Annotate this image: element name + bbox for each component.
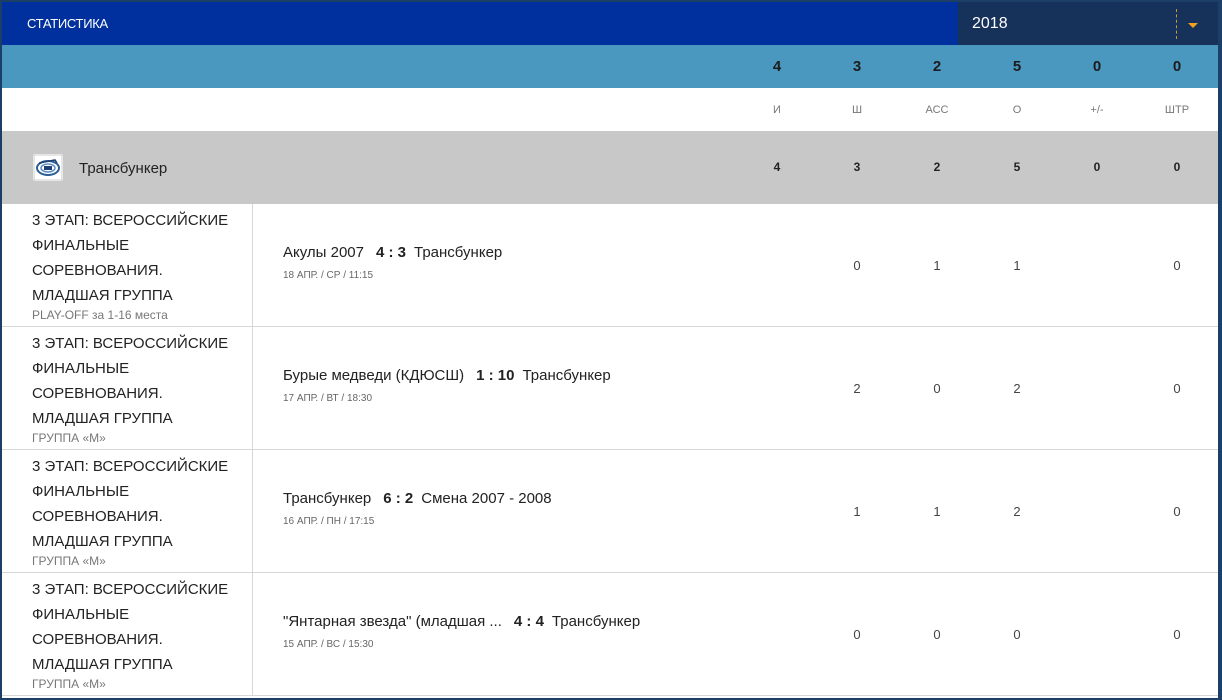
match-score[interactable]: 4 : 4 bbox=[514, 613, 544, 630]
team-row[interactable]: Трансбункер 4 3 2 5 0 0 bbox=[2, 131, 1218, 204]
game-penalties: 0 bbox=[1173, 258, 1181, 273]
total-plus-minus: 0 bbox=[1092, 58, 1102, 75]
game-assists: 1 bbox=[933, 258, 941, 273]
match-date: 18 АПР. / СР / 11:15 bbox=[283, 270, 374, 281]
home-team[interactable]: "Янтарная звезда" (младшая ... bbox=[283, 613, 502, 630]
game-row[interactable]: 3 ЭТАП: ВСЕРОССИЙСКИЕ ФИНАЛЬНЫЕ СОРЕВНОВ… bbox=[2, 327, 1218, 450]
match-result[interactable]: Трансбункер 6 : 2 Смена 2007 - 2008 bbox=[283, 490, 552, 507]
game-goals: 2 bbox=[853, 381, 861, 396]
away-team[interactable]: Трансбункер bbox=[552, 613, 640, 630]
stage-cell: 3 ЭТАП: ВСЕРОССИЙСКИЕ ФИНАЛЬНЫЕ СОРЕВНОВ… bbox=[2, 327, 253, 450]
stage-cell: 3 ЭТАП: ВСЕРОССИЙСКИЕ ФИНАЛЬНЫЕ СОРЕВНОВ… bbox=[2, 573, 253, 696]
header-bar: СТАТИСТИКА 2018 bbox=[2, 2, 1218, 45]
game-goals: 0 bbox=[853, 258, 861, 273]
column-header-assists: АСС bbox=[925, 104, 949, 116]
match-score[interactable]: 6 : 2 bbox=[383, 490, 413, 507]
match-score[interactable]: 1 : 10 bbox=[476, 367, 514, 384]
match-result[interactable]: Акулы 2007 4 : 3 Трансбункер bbox=[283, 244, 502, 261]
away-team[interactable]: Смена 2007 - 2008 bbox=[421, 490, 551, 507]
statistics-panel: СТАТИСТИКА 2018 4 3 2 5 0 0 И Ш АСС О +/… bbox=[2, 2, 1218, 698]
total-penalties: 0 bbox=[1172, 58, 1182, 75]
stage-title: 3 ЭТАП: ВСЕРОССИЙСКИЕ ФИНАЛЬНЫЕ СОРЕВНОВ… bbox=[32, 335, 229, 427]
team-games: 4 bbox=[773, 160, 781, 174]
team-penalties: 0 bbox=[1173, 160, 1181, 174]
stage-group: ГРУППА «М» bbox=[32, 431, 106, 445]
match-date: 16 АПР. / ПН / 17:15 bbox=[283, 516, 375, 527]
team-logo-icon bbox=[33, 154, 63, 181]
game-row[interactable]: 3 ЭТАП: ВСЕРОССИЙСКИЕ ФИНАЛЬНЫЕ СОРЕВНОВ… bbox=[2, 204, 1218, 327]
column-header-goals: Ш bbox=[851, 104, 863, 116]
stage-cell: 3 ЭТАП: ВСЕРОССИЙСКИЕ ФИНАЛЬНЫЕ СОРЕВНОВ… bbox=[2, 204, 253, 327]
year-select[interactable]: 2018 bbox=[958, 2, 1218, 45]
game-list: 3 ЭТАП: ВСЕРОССИЙСКИЕ ФИНАЛЬНЫЕ СОРЕВНОВ… bbox=[2, 204, 1218, 696]
game-assists: 0 bbox=[933, 381, 941, 396]
page-title: СТАТИСТИКА bbox=[27, 16, 108, 31]
total-goals: 3 bbox=[852, 58, 862, 75]
column-header-points: О bbox=[1012, 104, 1022, 116]
home-team[interactable]: Бурые медведи (КДЮСШ) bbox=[283, 367, 464, 384]
column-header-penalties: ШТР bbox=[1164, 104, 1190, 116]
column-header-plus-minus: +/- bbox=[1090, 104, 1104, 116]
match-result[interactable]: Бурые медведи (КДЮСШ) 1 : 10 Трансбункер bbox=[283, 367, 611, 384]
total-points: 5 bbox=[1012, 58, 1022, 75]
team-goals: 3 bbox=[853, 160, 861, 174]
away-team[interactable]: Трансбункер bbox=[414, 244, 502, 261]
game-row[interactable]: 3 ЭТАП: ВСЕРОССИЙСКИЕ ФИНАЛЬНЫЕ СОРЕВНОВ… bbox=[2, 450, 1218, 573]
team-points: 5 bbox=[1013, 160, 1021, 174]
game-assists: 1 bbox=[933, 504, 941, 519]
year-value: 2018 bbox=[972, 15, 1008, 32]
stage-title: 3 ЭТАП: ВСЕРОССИЙСКИЕ ФИНАЛЬНЫЕ СОРЕВНОВ… bbox=[32, 212, 229, 304]
home-team[interactable]: Акулы 2007 bbox=[283, 244, 364, 261]
stage-group: ГРУППА «М» bbox=[32, 677, 106, 691]
game-goals: 1 bbox=[853, 504, 861, 519]
team-name[interactable]: Трансбункер bbox=[79, 160, 167, 177]
stage-group: ГРУППА «М» bbox=[32, 554, 106, 568]
game-points: 2 bbox=[1013, 381, 1021, 396]
game-penalties: 0 bbox=[1173, 504, 1181, 519]
match-result[interactable]: "Янтарная звезда" (младшая ... 4 : 4 Транс… bbox=[283, 613, 640, 630]
chevron-down-icon[interactable] bbox=[1188, 23, 1198, 28]
stage-group: PLAY-OFF за 1-16 места bbox=[32, 308, 168, 322]
game-penalties: 0 bbox=[1173, 627, 1181, 642]
game-points: 0 bbox=[1013, 627, 1021, 642]
game-points: 2 bbox=[1013, 504, 1021, 519]
match-date: 17 АПР. / ВТ / 18:30 bbox=[283, 393, 373, 404]
column-header-games: И bbox=[773, 104, 781, 116]
stage-cell: 3 ЭТАП: ВСЕРОССИЙСКИЕ ФИНАЛЬНЫЕ СОРЕВНОВ… bbox=[2, 450, 253, 573]
totals-row: 4 3 2 5 0 0 bbox=[2, 45, 1218, 88]
select-divider bbox=[1176, 9, 1177, 39]
team-assists: 2 bbox=[933, 160, 941, 174]
total-games: 4 bbox=[772, 58, 782, 75]
game-row[interactable]: 3 ЭТАП: ВСЕРОССИЙСКИЕ ФИНАЛЬНЫЕ СОРЕВНОВ… bbox=[2, 573, 1218, 696]
total-assists: 2 bbox=[932, 58, 942, 75]
team-plus-minus: 0 bbox=[1093, 160, 1101, 174]
match-score[interactable]: 4 : 3 bbox=[376, 244, 406, 261]
game-points: 1 bbox=[1013, 258, 1021, 273]
game-goals: 0 bbox=[853, 627, 861, 642]
column-headers: И Ш АСС О +/- ШТР bbox=[2, 88, 1218, 131]
stage-title: 3 ЭТАП: ВСЕРОССИЙСКИЕ ФИНАЛЬНЫЕ СОРЕВНОВ… bbox=[32, 458, 229, 550]
away-team[interactable]: Трансбункер bbox=[522, 367, 610, 384]
game-assists: 0 bbox=[933, 627, 941, 642]
match-date: 15 АПР. / ВС / 15:30 bbox=[283, 639, 374, 650]
home-team[interactable]: Трансбункер bbox=[283, 490, 371, 507]
game-penalties: 0 bbox=[1173, 381, 1181, 396]
stage-title: 3 ЭТАП: ВСЕРОССИЙСКИЕ ФИНАЛЬНЫЕ СОРЕВНОВ… bbox=[32, 581, 229, 673]
